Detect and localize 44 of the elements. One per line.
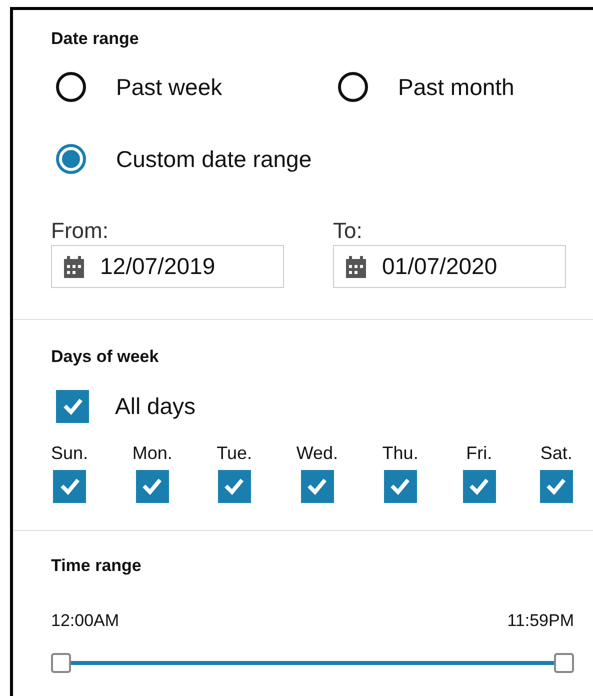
range-slider[interactable] bbox=[51, 653, 574, 673]
field-label: From: bbox=[51, 218, 110, 244]
day-label: Thu. bbox=[382, 442, 418, 462]
checkbox-label: All days bbox=[115, 392, 196, 421]
check-icon bbox=[141, 477, 164, 495]
check-icon bbox=[306, 477, 328, 495]
slider-handle[interactable] bbox=[554, 653, 574, 673]
check-icon bbox=[223, 477, 246, 495]
checkbox[interactable] bbox=[300, 470, 334, 502]
date-field[interactable]: 01/07/2020 bbox=[333, 245, 566, 288]
calendar-icon bbox=[346, 256, 366, 278]
day-label: Tue. bbox=[216, 442, 252, 462]
section-heading: Time range bbox=[51, 554, 142, 576]
time-label: 12:00AM bbox=[51, 610, 120, 632]
checkbox[interactable] bbox=[218, 470, 251, 502]
day-label: Wed. bbox=[296, 442, 338, 462]
date-field[interactable]: 12/07/2019 bbox=[51, 245, 284, 288]
section-heading: Date range bbox=[51, 28, 140, 50]
check-icon bbox=[545, 477, 568, 495]
checkbox[interactable] bbox=[53, 470, 86, 502]
checkbox[interactable] bbox=[56, 390, 89, 423]
check-icon bbox=[58, 477, 81, 495]
radio-label: Custom date range bbox=[116, 144, 312, 174]
day-label: Fri. bbox=[466, 442, 492, 462]
radio-label: Past week bbox=[116, 72, 222, 102]
field-label: To: bbox=[333, 218, 364, 244]
radio-button[interactable] bbox=[338, 72, 368, 102]
radio-button[interactable] bbox=[56, 72, 86, 102]
slider-handle[interactable] bbox=[51, 653, 71, 673]
checkbox[interactable] bbox=[462, 470, 496, 502]
check-icon bbox=[468, 477, 490, 495]
check-icon bbox=[62, 397, 84, 416]
checkbox[interactable] bbox=[384, 470, 417, 502]
day-label: Sun. bbox=[51, 442, 88, 462]
checkbox[interactable] bbox=[540, 470, 573, 502]
time-label: 11:59PM bbox=[507, 610, 574, 632]
radio-button[interactable] bbox=[56, 144, 86, 174]
day-label: Mon. bbox=[132, 442, 172, 462]
calendar-icon bbox=[64, 256, 84, 278]
radio-label: Past month bbox=[398, 72, 514, 102]
check-icon bbox=[389, 477, 412, 495]
checkbox[interactable] bbox=[136, 470, 169, 502]
day-label: Sat. bbox=[540, 442, 572, 462]
section-heading: Days of week bbox=[51, 346, 160, 368]
